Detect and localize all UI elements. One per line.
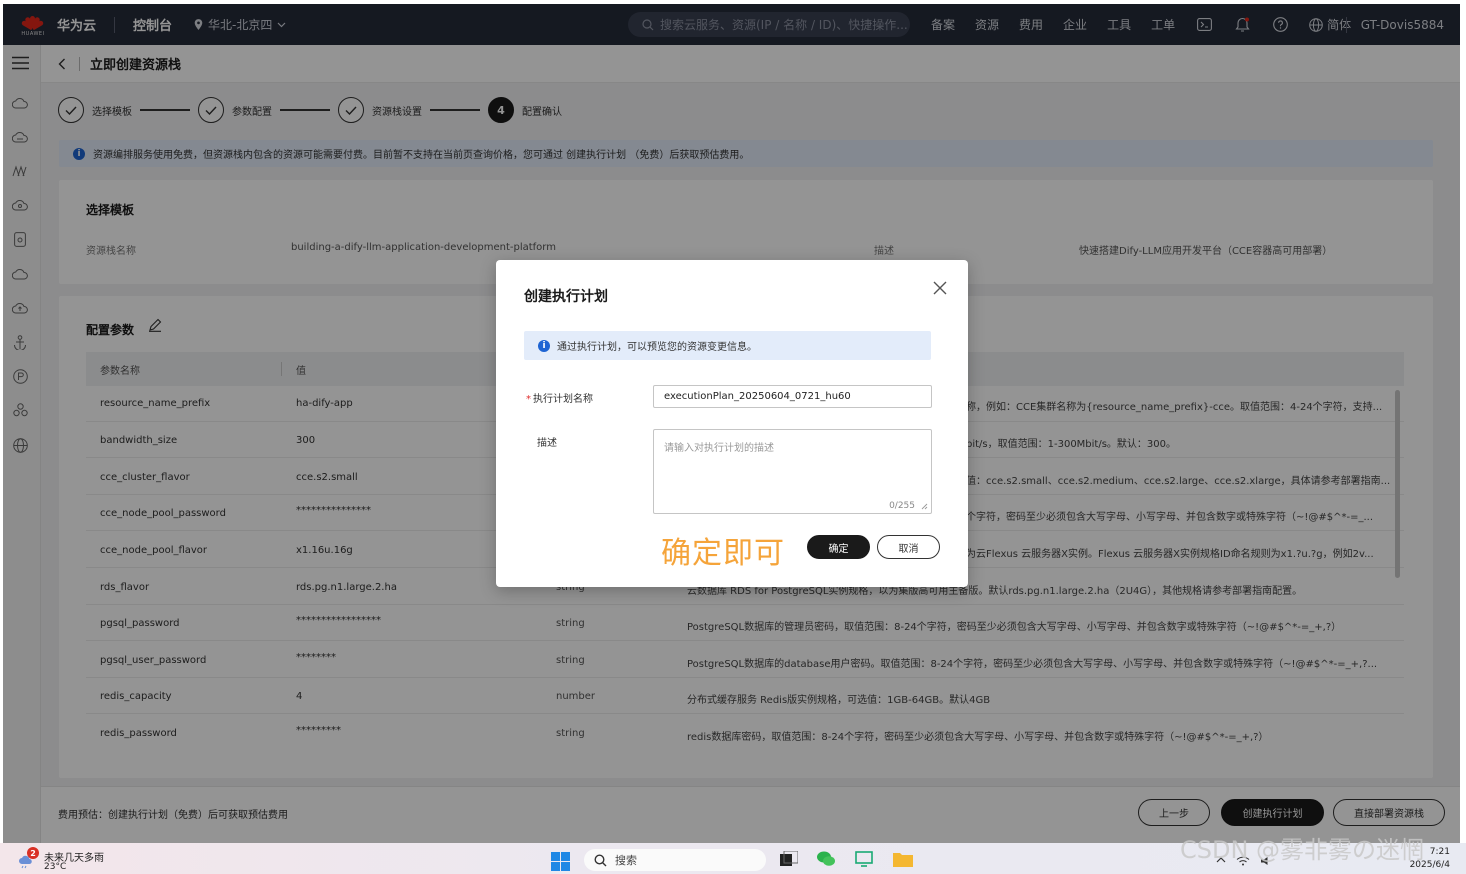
csdn-watermark: CSDN @雾非雾の迷惘	[1180, 836, 1425, 864]
dialog-info-text: 通过执行计划，可以预览您的资源变更信息。	[557, 342, 757, 353]
annotation-text: 确定即可	[661, 536, 785, 571]
plan-desc-label: 描述	[537, 438, 557, 449]
plan-desc-textarea[interactable]: 请输入对执行计划的描述 0/255	[653, 429, 932, 514]
confirm-button[interactable]: 确定	[807, 535, 870, 559]
resize-grip-icon[interactable]	[921, 503, 928, 510]
taskbar-search-label: 搜索	[615, 854, 637, 867]
plan-name-label-text: 执行计划名称	[533, 394, 593, 405]
plan-name-label: * 执行计划名称	[526, 390, 593, 405]
weather-temp: 23°C	[44, 862, 67, 872]
weather-badge: 2	[27, 847, 39, 859]
plan-name-input[interactable]: executionPlan_20250604_0721_hu60	[653, 385, 932, 408]
create-plan-dialog: 创建执行计划 i 通过执行计划，可以预览您的资源变更信息。 * 执行计划名称 ex…	[496, 260, 968, 587]
wechat-icon[interactable]	[817, 851, 837, 871]
taskbar-search[interactable]: 搜索	[584, 849, 766, 871]
cancel-button[interactable]: 取消	[877, 535, 940, 559]
info-icon: i	[538, 339, 550, 352]
remote-desktop-icon[interactable]	[855, 851, 875, 871]
search-icon	[594, 853, 607, 866]
window: HUAWEI 华为云 控制台 华北-北京四 搜索云服务、资源(IP / 名称 /…	[0, 0, 1466, 874]
close-icon[interactable]	[930, 278, 950, 298]
dialog-info-banner: i 通过执行计划，可以预览您的资源变更信息。	[524, 331, 931, 360]
file-explorer-icon[interactable]	[893, 851, 913, 871]
dialog-title: 创建执行计划	[524, 289, 608, 305]
modal-backdrop-rail	[3, 45, 41, 843]
task-view-icon[interactable]	[780, 850, 800, 871]
modal-backdrop-top	[3, 4, 1460, 45]
desc-placeholder: 请输入对执行计划的描述	[664, 443, 774, 454]
required-mark: *	[526, 394, 531, 405]
plan-name-value: executionPlan_20250604_0721_hu60	[664, 391, 851, 402]
char-counter: 0/255	[889, 501, 915, 511]
windows-start-icon[interactable]	[551, 852, 571, 872]
